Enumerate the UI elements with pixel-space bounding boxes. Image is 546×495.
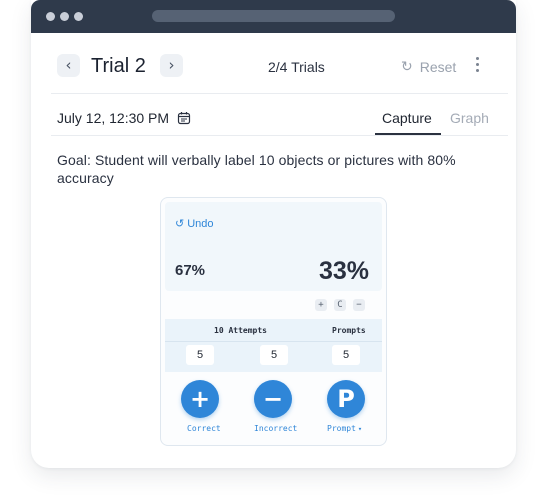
tab-graph[interactable]: Graph bbox=[450, 110, 489, 126]
calendar-icon bbox=[177, 112, 191, 125]
window-titlebar bbox=[31, 0, 516, 33]
window-dot-icon[interactable] bbox=[60, 12, 69, 21]
trial-date[interactable]: July 12, 12:30 PM bbox=[57, 110, 191, 126]
clear-button[interactable]: C bbox=[334, 299, 346, 311]
incorrect-label: Incorrect bbox=[254, 424, 298, 433]
correct-percentage: 67% bbox=[175, 262, 206, 279]
divider bbox=[165, 341, 382, 342]
incorrect-percentage: 33% bbox=[319, 257, 370, 285]
reset-label: Reset bbox=[419, 59, 457, 75]
prompt-button[interactable]: P bbox=[327, 380, 365, 418]
plus-icon: + bbox=[189, 385, 211, 413]
reset-button[interactable]: ↻ Reset bbox=[401, 59, 456, 75]
prompt-dropdown[interactable]: Prompt ▾ bbox=[327, 424, 362, 433]
correct-button[interactable]: + bbox=[181, 380, 219, 418]
correct-label: Correct bbox=[187, 424, 221, 433]
refresh-icon: ↻ bbox=[401, 59, 413, 75]
chevron-left-icon: ‹ bbox=[65, 56, 72, 74]
prompt-label: Prompt bbox=[327, 424, 356, 433]
attempts-panel: 10 Attempts Prompts 5 5 5 bbox=[165, 319, 382, 372]
correct-count[interactable]: 5 bbox=[186, 345, 214, 365]
address-bar[interactable] bbox=[152, 10, 395, 22]
minus-icon: − bbox=[262, 385, 284, 413]
prompt-icon: P bbox=[337, 385, 355, 413]
window-dot-icon[interactable] bbox=[46, 12, 55, 21]
tab-capture[interactable]: Capture bbox=[382, 110, 432, 126]
goal-text: Goal: Student will verbally label 10 obj… bbox=[57, 152, 456, 186]
undo-button[interactable]: ↺ Undo bbox=[175, 217, 214, 230]
data-capture-card: ↺ Undo 67% 33% + C − 10 Attempts Prompts… bbox=[160, 197, 387, 446]
divider bbox=[51, 135, 508, 136]
attempts-label: 10 Attempts bbox=[214, 326, 267, 335]
chevron-down-icon: ▾ bbox=[357, 425, 363, 433]
prev-trial-button[interactable]: ‹ bbox=[57, 54, 80, 77]
divider bbox=[51, 93, 508, 94]
app-window: ‹ Trial 2 › 2/4 Trials ↻ Reset July 12, … bbox=[31, 0, 516, 468]
decrement-button[interactable]: − bbox=[353, 299, 365, 311]
increment-button[interactable]: + bbox=[315, 299, 327, 311]
undo-label: Undo bbox=[187, 217, 214, 230]
prompt-count[interactable]: 5 bbox=[332, 345, 360, 365]
date-label: July 12, 12:30 PM bbox=[57, 110, 170, 126]
trial-count: 2/4 Trials bbox=[268, 59, 325, 75]
incorrect-button[interactable]: − bbox=[254, 380, 292, 418]
next-trial-button[interactable]: › bbox=[160, 54, 183, 77]
prompts-label: Prompts bbox=[332, 326, 366, 335]
undo-icon: ↺ bbox=[175, 217, 185, 230]
more-vertical-icon[interactable] bbox=[471, 57, 483, 75]
incorrect-count[interactable]: 5 bbox=[260, 345, 288, 365]
trial-title: Trial 2 bbox=[91, 55, 146, 77]
chevron-right-icon: › bbox=[168, 56, 175, 74]
score-panel: ↺ Undo 67% 33% bbox=[165, 202, 382, 291]
window-dot-icon[interactable] bbox=[74, 12, 83, 21]
